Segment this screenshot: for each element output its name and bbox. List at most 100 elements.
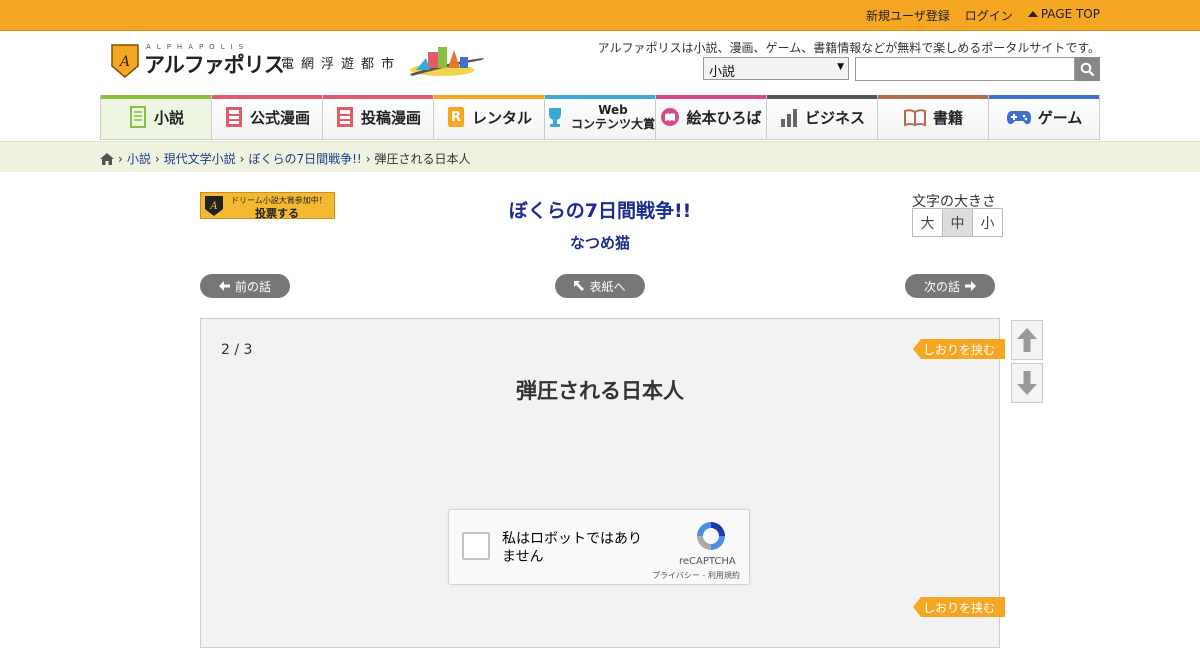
novel-title[interactable]: ぼくらの7日間戦争!! [400, 196, 800, 223]
register-link[interactable]: 新規ユーザ登録 [866, 7, 950, 24]
top-links: 新規ユーザ登録 ログイン PAGE TOP [866, 7, 1100, 24]
recaptcha-links-separator: - [699, 571, 708, 580]
book-icon [903, 109, 926, 127]
scroll-down-button[interactable] [1011, 363, 1043, 403]
next-episode-label: 次の話 [923, 279, 960, 294]
posted-manga-icon [336, 107, 353, 127]
font-size-medium-button[interactable]: 中 [943, 209, 973, 236]
page-indicator: 2 / 3 [221, 342, 253, 358]
page-top-link[interactable]: PAGE TOP [1027, 7, 1100, 24]
chapter-content [200, 318, 1000, 648]
search-button[interactable] [1075, 57, 1100, 81]
gamepad-icon [1006, 111, 1031, 125]
home-icon[interactable] [100, 152, 114, 165]
nav-accent-bar [323, 95, 433, 99]
scroll-up-button[interactable] [1011, 320, 1043, 360]
recaptcha-privacy-link[interactable]: プライバシー [652, 571, 700, 580]
recaptcha-logo-icon [697, 522, 725, 550]
breadcrumb-separator: › [239, 151, 245, 166]
arrow-up-left-icon [574, 281, 585, 291]
nav-label-two-line: Web コンテンツ大賞 [571, 103, 655, 131]
nav-label-line2: コンテンツ大賞 [571, 117, 656, 131]
search-icon [1080, 62, 1095, 77]
login-link[interactable]: ログイン [965, 7, 1013, 24]
search-category-value: 小説 [709, 65, 736, 80]
logo-subtitle: 電網浮遊都市 [281, 57, 402, 72]
recaptcha-widget: 私はロボットではありません reCAPTCHA プライバシー - 利用規約 [448, 509, 750, 585]
logo-text[interactable]: アルファポリス [144, 49, 285, 79]
breadcrumb-separator: › [118, 151, 123, 166]
alphapolis-emblem-icon: A [205, 196, 223, 216]
triangle-up-icon [1027, 11, 1038, 17]
font-size-large-button[interactable]: 大 [913, 209, 943, 236]
breadcrumb-separator: › [365, 151, 371, 166]
nav-item-official-manga[interactable]: 公式漫画 [211, 95, 322, 140]
recaptcha-terms-link[interactable]: 利用規約 [708, 571, 740, 580]
dropdown-arrow-icon: ▼ [837, 62, 844, 72]
nav-label: ゲーム [1037, 108, 1083, 127]
nav-accent-bar [656, 95, 766, 99]
nav-label: ビジネス [804, 108, 865, 127]
nav-item-picture-book[interactable]: 絵本ひろば [655, 95, 766, 140]
nav-accent-bar [434, 95, 544, 99]
nav-label: 書籍 [932, 108, 963, 127]
nav-item-game[interactable]: ゲーム [988, 95, 1100, 140]
nav-accent-bar [101, 95, 211, 99]
svg-text:R: R [451, 110, 461, 125]
breadcrumb-current: 弾圧される日本人 [374, 152, 471, 166]
breadcrumb-bar: › 小説 › 現代文学小説 › ぼくらの7日間戦争!! › 弾圧される日本人 [0, 141, 1200, 172]
nav-accent-bar [212, 95, 322, 99]
trophy-icon [549, 108, 561, 127]
arrow-right-icon [965, 281, 976, 291]
breadcrumb-work[interactable]: ぼくらの7日間戦争!! [248, 150, 361, 167]
recaptcha-brand: reCAPTCHA [679, 556, 736, 567]
nav-item-novel[interactable]: 小説 [100, 95, 211, 140]
breadcrumb-separator: › [154, 151, 160, 166]
arrow-left-icon [218, 281, 230, 291]
nav-item-books[interactable]: 書籍 [877, 95, 988, 140]
page-top-label: PAGE TOP [1040, 7, 1100, 21]
nav-item-posted-manga[interactable]: 投稿漫画 [322, 95, 433, 140]
novel-author[interactable]: なつめ猫 [400, 232, 800, 253]
prev-episode-label: 前の話 [234, 279, 271, 294]
site-tagline: アルファポリスは小説、漫画、ゲーム、書籍情報などが無料で楽しめるポータルサイトで… [597, 41, 1100, 55]
nav-item-rental[interactable]: R レンタル [433, 95, 544, 140]
recaptcha-checkbox[interactable] [462, 532, 490, 560]
picture-book-icon [661, 108, 680, 126]
nav-label: 投稿漫画 [360, 108, 421, 127]
font-size-controls: 大 中 小 [912, 208, 1003, 237]
main-nav: 小説 公式漫画 投稿漫画 R レンタル Web コンテンツ大賞 絵本ひろば ビジネ… [100, 95, 1100, 140]
vote-banner[interactable]: A ドリーム小説大賞参加中！ 投票する [200, 192, 335, 220]
top-bar: 新規ユーザ登録 ログイン PAGE TOP [0, 0, 1200, 31]
svg-text:A: A [209, 201, 217, 212]
next-episode-button[interactable]: 次の話 [905, 274, 995, 298]
nav-accent-bar [545, 95, 655, 99]
nav-item-business[interactable]: ビジネス [766, 95, 877, 140]
font-size-small-button[interactable]: 小 [973, 209, 1002, 236]
prev-episode-button[interactable]: 前の話 [200, 274, 290, 298]
bookmark-button-top[interactable]: しおりを挟む [913, 339, 1005, 359]
alphapolis-emblem-icon[interactable]: A [111, 44, 139, 78]
search-category-select[interactable]: 小説 ▼ [703, 57, 849, 80]
nav-label: 絵本ひろば [686, 108, 762, 127]
nav-label: 公式漫画 [249, 108, 310, 127]
rental-icon: R [447, 107, 464, 127]
recaptcha-label: 私はロボットではありません [502, 531, 642, 565]
manga-icon [225, 107, 242, 127]
cover-label: 表紙へ [589, 279, 626, 294]
novel-icon [129, 106, 146, 128]
nav-item-web-contents-award[interactable]: Web コンテンツ大賞 [544, 95, 655, 140]
nav-label: 小説 [153, 108, 184, 127]
breadcrumb-novel[interactable]: 小説 [127, 150, 151, 167]
vote-banner-line2: 投票する [255, 207, 299, 220]
cover-button[interactable]: 表紙へ [555, 274, 645, 298]
svg-text:A: A [118, 54, 130, 70]
business-chart-icon [780, 109, 797, 127]
chapter-title: 弾圧される日本人 [516, 379, 684, 403]
search-input[interactable] [855, 57, 1075, 81]
bookmark-button-bottom[interactable]: しおりを挟む [913, 597, 1005, 617]
nav-accent-bar [767, 95, 877, 99]
nav-label: レンタル [471, 108, 532, 127]
recaptcha-links: プライバシー - 利用規約 [652, 570, 740, 581]
breadcrumb-genre[interactable]: 現代文学小説 [164, 150, 236, 167]
